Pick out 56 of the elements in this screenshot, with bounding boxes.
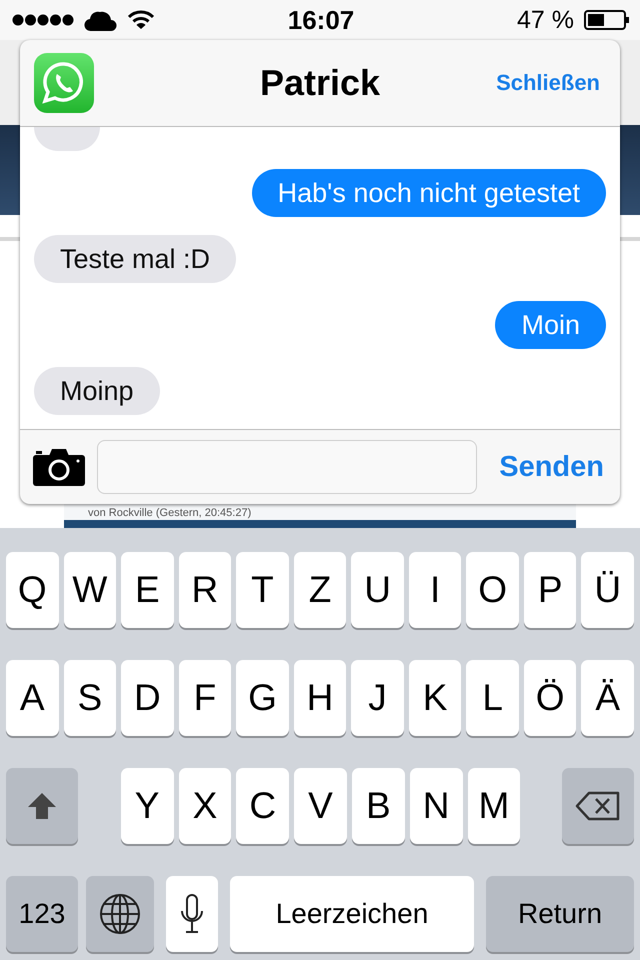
battery-percent: 47 % [517, 6, 574, 34]
chat-app-icon [34, 53, 94, 113]
letter-key[interactable]: T [236, 552, 289, 628]
camera-icon[interactable] [33, 448, 85, 486]
letter-key[interactable]: D [121, 660, 174, 736]
letter-key[interactable]: H [294, 660, 346, 736]
letter-key[interactable]: P [524, 552, 576, 628]
close-link[interactable]: Schließen [496, 70, 600, 96]
letter-key[interactable]: I [408, 552, 462, 628]
letter-key[interactable]: F [178, 660, 232, 736]
backspace-key[interactable] [562, 768, 634, 844]
message-input-field[interactable] [97, 440, 477, 494]
return-key[interactable]: Return [486, 876, 634, 952]
letter-key[interactable]: Q [6, 552, 59, 628]
signal-icon [12, 13, 74, 27]
received-message-bubble: Teste mal :D [34, 235, 236, 283]
letter-key[interactable]: O [466, 552, 519, 628]
dictation-key[interactable] [166, 876, 218, 952]
numbers-key[interactable]: 123 [6, 876, 78, 952]
wifi-icon [128, 10, 154, 30]
letter-key[interactable]: U [351, 552, 404, 628]
letter-key[interactable]: B [352, 768, 405, 844]
letter-key[interactable]: W [64, 552, 116, 628]
send-button[interactable]: Senden [499, 450, 604, 484]
letter-key[interactable]: Ö [524, 660, 576, 736]
received-message-bubble: Moinp [34, 367, 160, 415]
chat-title: Patrick [260, 62, 380, 104]
letter-key[interactable]: K [408, 660, 462, 736]
letter-key[interactable]: Ä [581, 660, 634, 736]
letter-key[interactable]: J [351, 660, 404, 736]
letter-key[interactable]: R [178, 552, 232, 628]
status-time: 16:07 [288, 4, 354, 36]
shift-key[interactable] [6, 768, 78, 844]
shift-icon [26, 792, 57, 820]
backspace-icon [575, 791, 622, 821]
letter-key[interactable]: M [468, 768, 520, 844]
microphone-icon [180, 893, 204, 935]
letter-key[interactable]: Y [120, 768, 174, 844]
letter-key[interactable]: Z [294, 552, 346, 628]
letter-key[interactable]: Ü [581, 552, 634, 628]
space-key[interactable]: Leerzeichen [230, 876, 474, 952]
globe-icon [99, 893, 141, 935]
letter-key[interactable]: S [64, 660, 116, 736]
letter-key[interactable]: G [236, 660, 289, 736]
battery-icon [584, 10, 630, 30]
globe-key[interactable] [86, 876, 154, 952]
letter-key[interactable]: A [6, 660, 59, 736]
post-byline: von Rockville (Gestern, 20:45:27) [88, 506, 252, 520]
sent-message-bubble: Hab's noch nicht getestet [252, 169, 606, 217]
letter-key[interactable]: C [236, 768, 290, 844]
sent-message-bubble: Moin [495, 301, 606, 349]
letter-key[interactable]: L [466, 660, 519, 736]
letter-key[interactable]: X [178, 768, 232, 844]
letter-key[interactable]: N [410, 768, 462, 844]
letter-key[interactable]: E [121, 552, 174, 628]
letter-key[interactable]: V [294, 768, 347, 844]
